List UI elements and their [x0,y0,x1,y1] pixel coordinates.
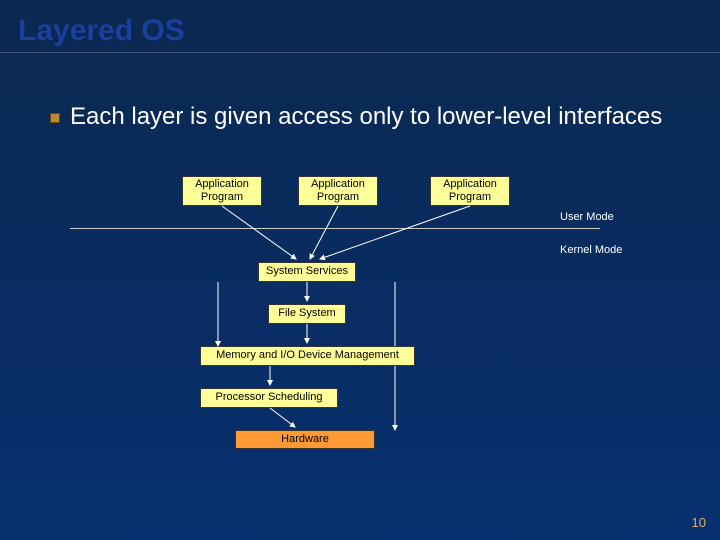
user-mode-label: User Mode [560,211,614,223]
processor-scheduling-box: Processor Scheduling [200,388,338,408]
app-program-box-3: Application Program [430,176,510,206]
file-system-box: File System [268,304,346,324]
layered-diagram: Application Program Application Program … [0,176,720,476]
slide-title: Layered OS [0,0,720,53]
bullet-icon [50,113,60,123]
app-program-box-2: Application Program [298,176,378,206]
bullet-text: Each layer is given access only to lower… [70,103,662,131]
mode-divider-line [70,228,600,229]
memory-io-box: Memory and I/O Device Management [200,346,415,366]
hardware-box: Hardware [235,430,375,449]
slide-number: 10 [692,515,706,530]
app-program-box-1: Application Program [182,176,262,206]
system-services-box: System Services [258,262,356,282]
bullet-item: Each layer is given access only to lower… [0,103,720,131]
kernel-mode-label: Kernel Mode [560,244,622,256]
